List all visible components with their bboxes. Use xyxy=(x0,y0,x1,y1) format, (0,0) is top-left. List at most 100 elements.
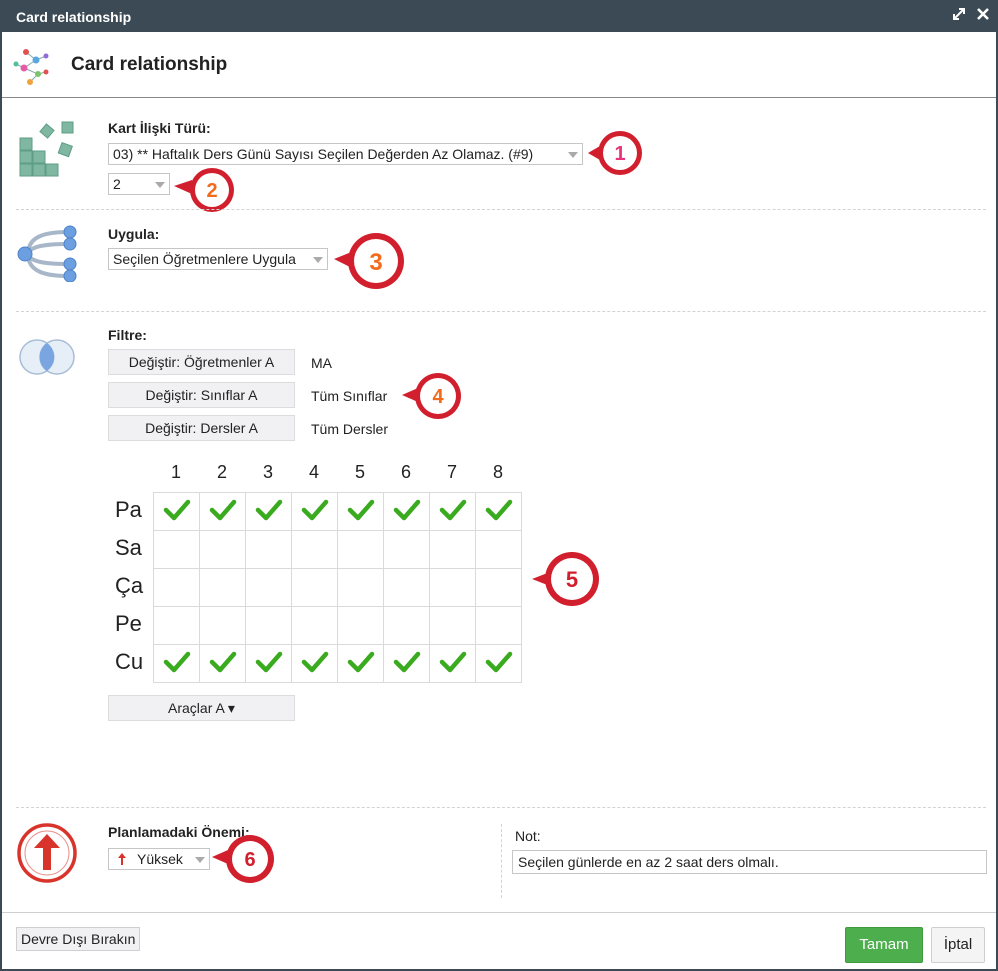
arrow-up-circle-icon xyxy=(16,822,78,887)
section-divider xyxy=(16,807,986,808)
section-divider xyxy=(16,311,986,312)
grid-cell[interactable] xyxy=(429,568,476,607)
callout-number: 2 xyxy=(206,180,217,202)
callout-number: 1 xyxy=(614,143,625,165)
callout-6: 6 xyxy=(210,833,276,888)
grid-cell[interactable] xyxy=(153,568,200,607)
relation-type-select[interactable]: 03) ** Haftalık Ders Günü Sayısı Seçilen… xyxy=(108,143,583,165)
grid-cell[interactable] xyxy=(429,492,476,531)
table-row xyxy=(153,644,522,683)
grid-cell[interactable] xyxy=(475,644,522,683)
grid-cell[interactable] xyxy=(199,568,246,607)
checkmark-icon xyxy=(163,499,190,521)
cancel-button[interactable]: İptal xyxy=(931,927,985,963)
grid-cell[interactable] xyxy=(199,644,246,683)
disable-button[interactable]: Devre Dışı Bırakın xyxy=(16,927,141,951)
grid-cell[interactable] xyxy=(475,530,522,569)
note-input[interactable]: Seçilen günlerde en az 2 saat ders olmal… xyxy=(512,850,987,874)
grid-cell[interactable] xyxy=(245,530,292,569)
chevron-down-icon xyxy=(568,152,578,158)
grid-cell[interactable] xyxy=(153,492,200,531)
grid-cell[interactable] xyxy=(337,530,384,569)
checkmark-icon xyxy=(301,651,328,673)
checkmark-icon xyxy=(301,499,328,521)
grid-cell[interactable] xyxy=(429,606,476,645)
grid-cell[interactable] xyxy=(291,568,338,607)
grid-cell[interactable] xyxy=(383,606,430,645)
relation-count-select[interactable]: 2 xyxy=(108,173,170,195)
grid-column-header: 6 xyxy=(400,462,411,482)
callout-number: 6 xyxy=(244,849,255,871)
blocks-icon xyxy=(18,120,76,181)
tree-branch-icon xyxy=(16,224,78,285)
venn-icon xyxy=(16,338,78,379)
timetable-grid xyxy=(153,492,522,683)
grid-cell[interactable] xyxy=(153,644,200,683)
close-icon[interactable] xyxy=(974,7,992,25)
callout-number: 3 xyxy=(369,249,382,276)
maximize-icon[interactable] xyxy=(950,7,968,25)
grid-cell[interactable] xyxy=(383,568,430,607)
dialog-header: Card relationship xyxy=(2,32,996,98)
grid-cell[interactable] xyxy=(429,644,476,683)
grid-cell[interactable] xyxy=(383,644,430,683)
dialog-footer: Devre Dışı Bırakın Tamam İptal xyxy=(2,912,996,969)
grid-cell[interactable] xyxy=(475,606,522,645)
grid-cell[interactable] xyxy=(291,606,338,645)
grid-cell[interactable] xyxy=(475,492,522,531)
grid-cell[interactable] xyxy=(245,568,292,607)
grid-row-label: Ça xyxy=(115,573,144,598)
apply-select[interactable]: Seçilen Öğretmenlere Uygula xyxy=(108,248,328,270)
grid-cell[interactable] xyxy=(383,492,430,531)
filter-label: Filtre: xyxy=(108,327,147,343)
checkmark-icon xyxy=(255,651,282,673)
checkmark-icon xyxy=(347,651,374,673)
window-title: Card relationship xyxy=(16,9,132,25)
chevron-down-icon xyxy=(155,182,165,188)
title-bar: Card relationship xyxy=(2,2,996,32)
lessons-filter-value: Tüm Dersler xyxy=(311,421,389,437)
grid-cell[interactable] xyxy=(291,492,338,531)
grid-cell[interactable] xyxy=(245,644,292,683)
chevron-down-icon xyxy=(313,257,323,263)
grid-cell[interactable] xyxy=(199,606,246,645)
grid-cell[interactable] xyxy=(337,568,384,607)
checkmark-icon xyxy=(485,651,512,673)
grid-cell[interactable] xyxy=(291,530,338,569)
ok-button[interactable]: Tamam xyxy=(845,927,923,963)
grid-row-label: Pa xyxy=(115,497,142,522)
checkmark-icon xyxy=(347,499,374,521)
arrow-up-icon xyxy=(117,852,127,869)
checkmark-icon xyxy=(163,651,190,673)
grid-cell[interactable] xyxy=(245,492,292,531)
grid-row-label: Pe xyxy=(115,611,142,636)
grid-cell[interactable] xyxy=(153,606,200,645)
grid-cell[interactable] xyxy=(245,606,292,645)
grid-cell[interactable] xyxy=(475,568,522,607)
grid-cell[interactable] xyxy=(199,492,246,531)
grid-cell[interactable] xyxy=(199,530,246,569)
apply-value: Seçilen Öğretmenlere Uygula xyxy=(113,251,296,267)
change-classes-button[interactable]: Değiştir: Sınıflar A xyxy=(108,382,295,408)
grid-row-label: Cu xyxy=(115,649,144,674)
grid-cell[interactable] xyxy=(337,644,384,683)
network-icon xyxy=(12,44,52,86)
callout-4: 4 xyxy=(400,371,464,424)
grid-cell[interactable] xyxy=(337,492,384,531)
callout-3: 3 xyxy=(332,231,412,296)
grid-cell[interactable] xyxy=(291,644,338,683)
change-lessons-button[interactable]: Değiştir: Dersler A xyxy=(108,415,295,441)
tools-button[interactable]: Araçlar A ▾ xyxy=(108,695,295,721)
change-teachers-button[interactable]: Değiştir: Öğretmenler A xyxy=(108,349,295,375)
grid-cell[interactable] xyxy=(429,530,476,569)
grid-cell[interactable] xyxy=(337,606,384,645)
checkmark-icon xyxy=(485,499,512,521)
importance-select[interactable]: Yüksek xyxy=(108,848,210,870)
importance-value: Yüksek xyxy=(137,851,183,867)
grid-cell[interactable] xyxy=(153,530,200,569)
apply-label: Uygula: xyxy=(108,226,160,242)
callout-number: 4 xyxy=(432,386,444,408)
grid-cell[interactable] xyxy=(383,530,430,569)
grid-row-label: Sa xyxy=(115,535,142,560)
checkmark-icon xyxy=(209,651,236,673)
